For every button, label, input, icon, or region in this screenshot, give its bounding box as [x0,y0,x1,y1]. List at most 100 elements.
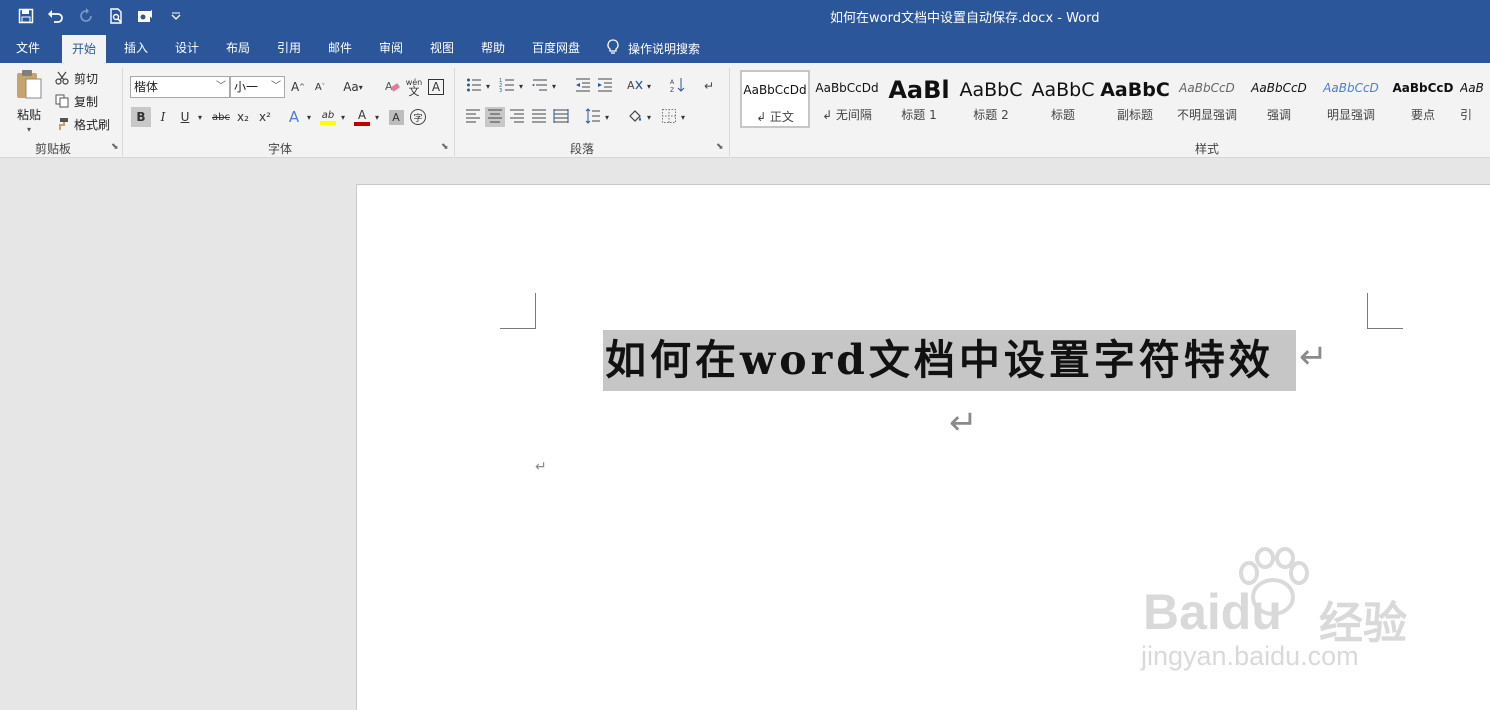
line-spacing-dropdown-icon[interactable]: ▾ [601,107,613,127]
underline-dropdown-icon[interactable]: ▾ [194,107,206,127]
borders-icon [661,108,677,127]
paste-dropdown-icon[interactable]: ▾ [27,125,31,134]
decrease-indent-button[interactable] [573,76,593,96]
bullets-button[interactable] [464,76,484,96]
tab-references[interactable]: 引用 [267,33,311,63]
style-preview: AaBbCcD [1251,81,1307,95]
chinese-layout-dropdown-icon[interactable]: ▾ [643,76,655,96]
font-launcher-icon[interactable]: ⬊ [441,143,450,152]
undo-icon[interactable] [44,5,68,27]
align-right-icon [509,109,525,126]
tab-design[interactable]: 设计 [165,33,209,63]
style-preview: AaBbCcD [1392,81,1454,95]
subscript-button[interactable]: x₂ [233,107,253,127]
shading-dropdown-icon[interactable]: ▾ [643,107,655,127]
superscript-button[interactable]: x² [255,107,275,127]
tab-help[interactable]: 帮助 [471,33,515,63]
style-emphasis[interactable]: AaBbCcD 强调 [1244,70,1314,128]
format-painter-button[interactable]: 格式刷 [53,115,110,133]
style-name: 副标题 [1116,108,1153,122]
tell-me-search[interactable]: 操作说明搜索 [606,33,700,63]
tab-insert[interactable]: 插入 [114,33,158,63]
style-title[interactable]: AaBbC 标题 [1028,70,1098,128]
phonetic-guide-icon: 文 [408,85,420,98]
paragraph-launcher-icon[interactable]: ⬊ [716,143,725,152]
shading-button[interactable] [625,107,645,127]
paste-button[interactable]: 粘贴 ▾ [14,69,44,134]
bullets-dropdown-icon[interactable]: ▾ [482,76,494,96]
enclose-characters-button[interactable]: 字 [408,107,428,127]
clipboard-launcher-icon[interactable]: ⬊ [111,143,120,152]
character-border-button[interactable]: A [426,77,446,97]
increase-indent-button[interactable] [595,76,615,96]
font-size-select[interactable]: 小一 ﹀ [230,76,285,98]
text-effects-button[interactable]: A [284,107,304,127]
grow-font-icon: A [290,80,300,94]
tell-me-label: 操作说明搜索 [628,41,701,56]
underline-button[interactable]: U [175,107,195,127]
format-painter-label: 格式刷 [74,117,111,132]
tab-home[interactable]: 开始 [62,35,107,63]
shrink-font-button[interactable]: Aˇ [310,77,330,97]
borders-button[interactable] [659,107,679,127]
chinese-layout-icon: A [627,77,643,96]
highlight-dropdown-icon[interactable]: ▾ [337,107,349,127]
align-right-button[interactable] [507,107,527,127]
line-spacing-button[interactable] [583,107,603,127]
style-preview: AaBbCcDd [815,81,879,95]
style-intense-emphasis[interactable]: AaBbCcD 明显强调 [1316,70,1386,128]
style-subtitle[interactable]: AaBbC 副标题 [1100,70,1170,128]
borders-dropdown-icon[interactable]: ▾ [677,107,689,127]
style-no-spacing[interactable]: AaBbCcDd ↲ 无间隔 [812,70,882,128]
copy-button[interactable]: 复制 [53,92,98,110]
save-icon[interactable] [14,5,38,27]
style-subtle-emphasis[interactable]: AaBbCcD 不明显强调 [1172,70,1242,128]
character-shading-button[interactable]: A [386,107,406,127]
distributed-button[interactable] [551,107,571,127]
style-preview: AaBl [888,76,950,104]
chinese-layout-button[interactable]: A [625,76,645,96]
show-formatting-marks-button[interactable]: ↵ [699,76,719,96]
style-heading-1[interactable]: AaBl 标题 1 [884,70,954,128]
sort-button[interactable]: AZ [668,76,688,96]
font-color-dropdown-icon[interactable]: ▾ [371,107,383,127]
document-page[interactable]: 如何在word文档中设置字符特效 ↵ ↵ ↵ Baidu 经验 jingyan.… [356,184,1490,710]
touch-mode-icon[interactable] [134,5,158,27]
align-center-button[interactable] [485,107,505,127]
multilevel-list-button[interactable] [530,76,550,96]
numbering-dropdown-icon[interactable]: ▾ [515,76,527,96]
redo-icon[interactable] [74,5,98,27]
numbering-button[interactable]: 123 [497,76,517,96]
highlight-button[interactable]: ab [318,107,338,127]
align-left-button[interactable] [463,107,483,127]
tab-mailings[interactable]: 邮件 [318,33,362,63]
cut-button[interactable]: 剪切 [53,69,98,87]
justify-button[interactable] [529,107,549,127]
style-preview: AaBbCcD [1323,81,1379,95]
multilevel-dropdown-icon[interactable]: ▾ [548,76,560,96]
italic-button[interactable]: I [153,107,173,127]
tab-file[interactable]: 文件 [6,33,50,63]
style-heading-2[interactable]: AaBbC 标题 2 [956,70,1026,128]
print-preview-icon[interactable] [104,5,128,27]
style-quote[interactable]: AaB 引 [1460,70,1490,128]
font-name-select[interactable]: 楷体 ﹀ [130,76,230,98]
change-case-button[interactable]: Aa ▾ [339,77,367,97]
bold-button[interactable]: B [131,107,151,127]
tab-layout[interactable]: 布局 [216,33,260,63]
tab-review[interactable]: 审阅 [369,33,413,63]
customize-icon[interactable] [164,5,188,27]
font-color-button[interactable]: A [352,107,372,127]
style-name: 明显强调 [1326,108,1375,122]
strikethrough-button[interactable]: abc [209,107,233,127]
phonetic-guide-button[interactable]: wén 文 [404,77,424,97]
style-normal[interactable]: AaBbCcDd ↲ 正文 [740,70,810,128]
quick-access-toolbar [14,5,188,27]
clear-formatting-button[interactable]: A [382,77,402,97]
grow-font-button[interactable]: A ^ [288,77,308,97]
tab-baidu-netdisk[interactable]: 百度网盘 [522,33,590,63]
style-strong[interactable]: AaBbCcD 要点 [1388,70,1458,128]
text-effects-dropdown-icon[interactable]: ▾ [303,107,315,127]
tab-view[interactable]: 视图 [420,33,464,63]
document-heading-selected[interactable]: 如何在word文档中设置字符特效 [603,330,1296,391]
